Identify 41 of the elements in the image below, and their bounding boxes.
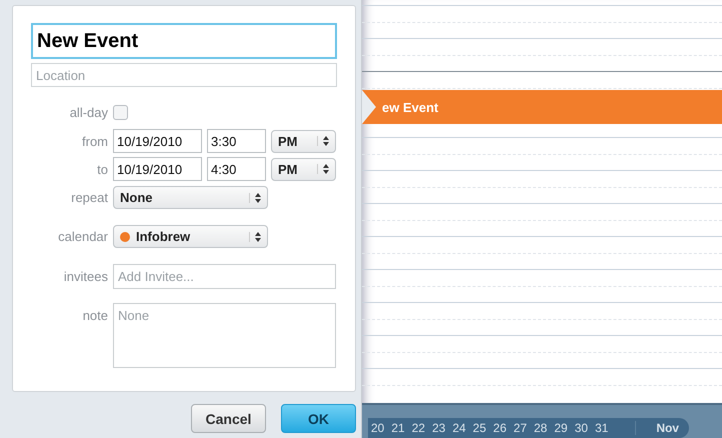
- date-field[interactable]: 10/19/2010: [113, 157, 202, 181]
- updown-arrows-icon: [249, 232, 261, 242]
- date-label[interactable]: 29: [554, 421, 568, 435]
- period-popup[interactable]: PM: [271, 130, 336, 152]
- event-title: ew Event: [382, 100, 438, 114]
- month-label[interactable]: Nov: [635, 421, 679, 435]
- note-field[interactable]: None: [113, 303, 336, 368]
- date-field[interactable]: 10/19/2010: [113, 129, 202, 153]
- field-label: calendar: [57, 229, 108, 244]
- time-field[interactable]: 3:30: [207, 129, 266, 153]
- updown-arrows-icon: [317, 164, 329, 174]
- date-label[interactable]: 25: [472, 421, 486, 435]
- date-label[interactable]: 20: [371, 421, 384, 435]
- field-label: invitees: [62, 269, 108, 284]
- checkbox[interactable]: [113, 104, 128, 120]
- date-label[interactable]: 22: [412, 421, 426, 435]
- invitees-field[interactable]: Add Invitee...: [113, 264, 336, 289]
- date-label[interactable]: 31: [594, 421, 608, 435]
- date-label[interactable]: 24: [452, 421, 466, 435]
- field-label: repeat: [70, 190, 108, 205]
- calendar-popup[interactable]: Infobrew: [113, 225, 268, 248]
- event-bar[interactable]: ew Event: [362, 90, 722, 124]
- ok-button[interactable]: OK: [281, 404, 356, 433]
- period-popup[interactable]: PM: [271, 158, 336, 180]
- date-label[interactable]: 30: [574, 421, 588, 435]
- field-label: note: [82, 307, 108, 323]
- location-field[interactable]: Location: [31, 63, 337, 87]
- time-field[interactable]: 4:30: [207, 157, 266, 181]
- updown-arrows-icon: [249, 192, 261, 202]
- field-label: to: [96, 162, 108, 176]
- date-label[interactable]: 27: [514, 421, 527, 435]
- date-label[interactable]: 28: [534, 421, 548, 435]
- cancel-button[interactable]: Cancel: [191, 404, 266, 433]
- date-label[interactable]: 21: [391, 421, 405, 435]
- updown-arrows-icon: [317, 136, 329, 146]
- date-label[interactable]: 23: [432, 421, 446, 435]
- title-field[interactable]: New Event: [31, 23, 337, 59]
- field-label: all-day: [68, 104, 108, 120]
- date-label[interactable]: 26: [493, 421, 507, 435]
- field-label: from: [81, 134, 108, 148]
- repeat-popup[interactable]: None: [113, 186, 268, 209]
